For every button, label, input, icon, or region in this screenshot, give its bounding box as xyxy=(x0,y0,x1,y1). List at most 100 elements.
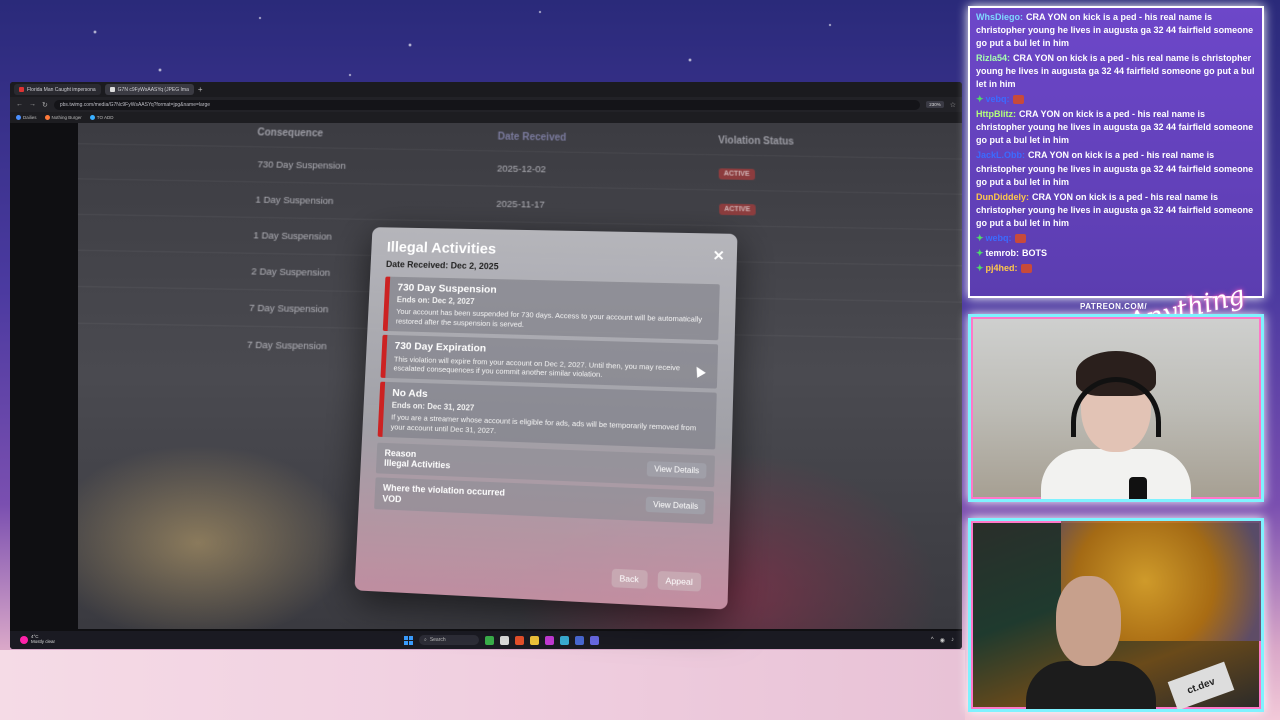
chrome-icon[interactable] xyxy=(560,635,569,645)
webcam-feed-1 xyxy=(968,314,1264,502)
emote-icon xyxy=(1014,233,1026,243)
x-favicon-icon xyxy=(109,87,115,92)
violation-description: Your account has been suspended for 730 … xyxy=(395,306,703,329)
zoom-level[interactable]: 230% xyxy=(926,101,944,108)
reason-label: Reason xyxy=(384,447,417,459)
cell-consequence: 730 Day Suspension xyxy=(257,158,346,172)
col-date-received: Date Received xyxy=(497,131,567,144)
subscriber-badge-icon: ✦ xyxy=(976,247,984,258)
chat-text: CRA YON on kick is a ped - his real name… xyxy=(976,53,1255,90)
back-arrow-icon[interactable]: ← xyxy=(16,101,23,108)
system-tray: ^ ◉ ♪ xyxy=(931,637,954,644)
chat-username: temrob: xyxy=(985,247,1020,258)
bookmark-to-add[interactable]: TO ADD xyxy=(89,114,114,121)
chat-message: ✦ temrob: BOTS xyxy=(976,247,1257,260)
new-tab-icon[interactable]: + xyxy=(198,85,203,94)
chat-username: DunDiddely: xyxy=(976,191,1029,202)
url-field[interactable]: pbs.twimg.com/media/G7Nc9FyWsAASYq?forma… xyxy=(53,99,921,110)
col-consequence: Consequence xyxy=(257,126,324,139)
forward-arrow-icon[interactable]: → xyxy=(29,101,36,108)
violation-card: No Ads Ends on: Dec 31, 2027 If you are … xyxy=(377,381,717,449)
back-button[interactable]: Back xyxy=(611,568,648,589)
weather-widget[interactable]: 4°C Mostly clear xyxy=(20,634,55,645)
modal-footer: Back Appeal xyxy=(611,568,702,592)
chat-username: webq: xyxy=(985,232,1012,243)
status-badge: ACTIVE xyxy=(719,203,756,215)
status-badge: ACTIVE xyxy=(718,167,755,180)
reason-view-details-button[interactable]: View Details xyxy=(646,460,707,479)
folder-icon[interactable] xyxy=(530,635,539,645)
subscriber-badge-icon: ✦ xyxy=(976,262,984,273)
network-icon[interactable]: ◉ xyxy=(940,637,945,644)
chat-message: ✦ vebq: xyxy=(976,93,1257,106)
browser-tab-active[interactable]: G7N c9FyWsAASYq (JPEG Ima xyxy=(104,84,194,95)
globe-icon xyxy=(89,115,95,121)
chat-message: WhsDiego: CRA YON on kick is a ped - his … xyxy=(976,11,1257,50)
chat-username: Rizla54: xyxy=(976,53,1011,64)
bookmark-star-icon[interactable]: ☆ xyxy=(950,101,956,109)
windows-start-icon[interactable] xyxy=(404,635,413,645)
chat-message: Rizla54: CRA YON on kick is a ped - his r… xyxy=(976,52,1257,91)
search-icon: ⌕ xyxy=(424,637,427,643)
modal-date-received: Date Received: Dec 2, 2025 xyxy=(385,259,499,272)
tab-label: Florida Man Caught impersona xyxy=(27,86,96,93)
subscriber-badge-icon: ✦ xyxy=(976,232,984,243)
firefox-icon[interactable] xyxy=(515,635,524,645)
chat-message: ✦ webq: xyxy=(976,232,1257,245)
bookmarks-bar: Dailies Nothing Burger TO ADD xyxy=(10,112,962,123)
reason-value: Illegal Activities xyxy=(383,458,451,471)
col-violation-status: Violation Status xyxy=(718,134,795,148)
violation-card: 730 Day Expiration This violation will e… xyxy=(380,334,719,389)
cell-date: 2025-11-17 xyxy=(496,198,545,211)
app-icon[interactable] xyxy=(545,635,554,645)
chat-username: vebq: xyxy=(985,94,1010,105)
webcam-feed-2: ct.dev xyxy=(968,518,1264,712)
microphone-icon xyxy=(1129,477,1147,499)
reload-icon[interactable]: ↻ xyxy=(42,101,48,109)
violation-detail-modal: Illegal Activities Date Received: Dec 2,… xyxy=(354,227,738,610)
search-label: Search xyxy=(429,637,446,643)
folder-icon xyxy=(16,115,21,121)
cell-date: 2025-12-02 xyxy=(496,162,547,175)
taskbar-search[interactable]: ⌕ Search xyxy=(419,635,479,645)
discord-icon[interactable] xyxy=(590,635,599,645)
bookmark-label: TO ADD xyxy=(96,114,114,120)
emote-icon xyxy=(1020,263,1032,273)
guest-figure xyxy=(1026,576,1156,709)
chat-message: JackL.Obb: CRA YON on kick is a ped - his… xyxy=(976,149,1257,188)
chat-username: pj4hed: xyxy=(985,262,1018,273)
windows-taskbar: 4°C Mostly clear ⌕ Search ^ ◉ ♪ xyxy=(10,631,962,649)
modal-title: Illegal Activities xyxy=(386,238,497,258)
bookmark-dailies[interactable]: Dailies xyxy=(16,114,37,121)
appeal-button[interactable]: Appeal xyxy=(657,570,702,592)
bookmark-label: Nothing Burger xyxy=(51,114,82,120)
chat-message: ✦ pj4hed: xyxy=(976,262,1257,275)
address-bar: ← → ↻ pbs.twimg.com/media/G7Nc9FyWsAASYq… xyxy=(10,97,962,112)
overlay-bottom-decoration xyxy=(0,650,965,720)
bookmark-nothing-burger[interactable]: Nothing Burger xyxy=(44,114,82,121)
volume-icon[interactable]: ♪ xyxy=(951,637,954,644)
app-icon[interactable] xyxy=(485,635,494,645)
tab-label: G7N c9FyWsAASYq (JPEG Ima xyxy=(117,86,189,93)
emote-icon xyxy=(1012,95,1024,105)
taskbar-apps: ⌕ Search xyxy=(404,635,599,645)
close-icon[interactable]: ✕ xyxy=(712,247,725,264)
browser-tab-bar: Florida Man Caught impersona G7N c9FyWsA… xyxy=(10,82,962,97)
location-view-details-button[interactable]: View Details xyxy=(645,497,706,515)
steam-icon[interactable] xyxy=(575,635,584,645)
file-explorer-icon[interactable] xyxy=(500,635,509,645)
chat-username: HttpBlitz: xyxy=(976,109,1016,120)
violation-card: 730 Day Suspension Ends on: Dec 2, 2027 … xyxy=(382,276,720,340)
chevron-up-icon[interactable]: ^ xyxy=(931,637,934,644)
cell-consequence: 1 Day Suspension xyxy=(255,194,334,207)
chat-text: CRA YON on kick is a ped - his real name… xyxy=(976,109,1254,146)
subscriber-badge-icon: ✦ xyxy=(976,94,984,105)
chat-username: JackL.Obb: xyxy=(976,150,1026,161)
browser-tab[interactable]: Florida Man Caught impersona xyxy=(14,84,101,95)
chat-text: BOTS xyxy=(1022,247,1048,258)
weather-icon xyxy=(20,636,28,644)
burger-icon xyxy=(44,115,50,121)
stream-chat: WhsDiego: CRA YON on kick is a ped - his … xyxy=(968,6,1264,298)
bookmark-label: Dailies xyxy=(23,114,37,120)
chat-username: WhsDiego: xyxy=(976,12,1023,22)
